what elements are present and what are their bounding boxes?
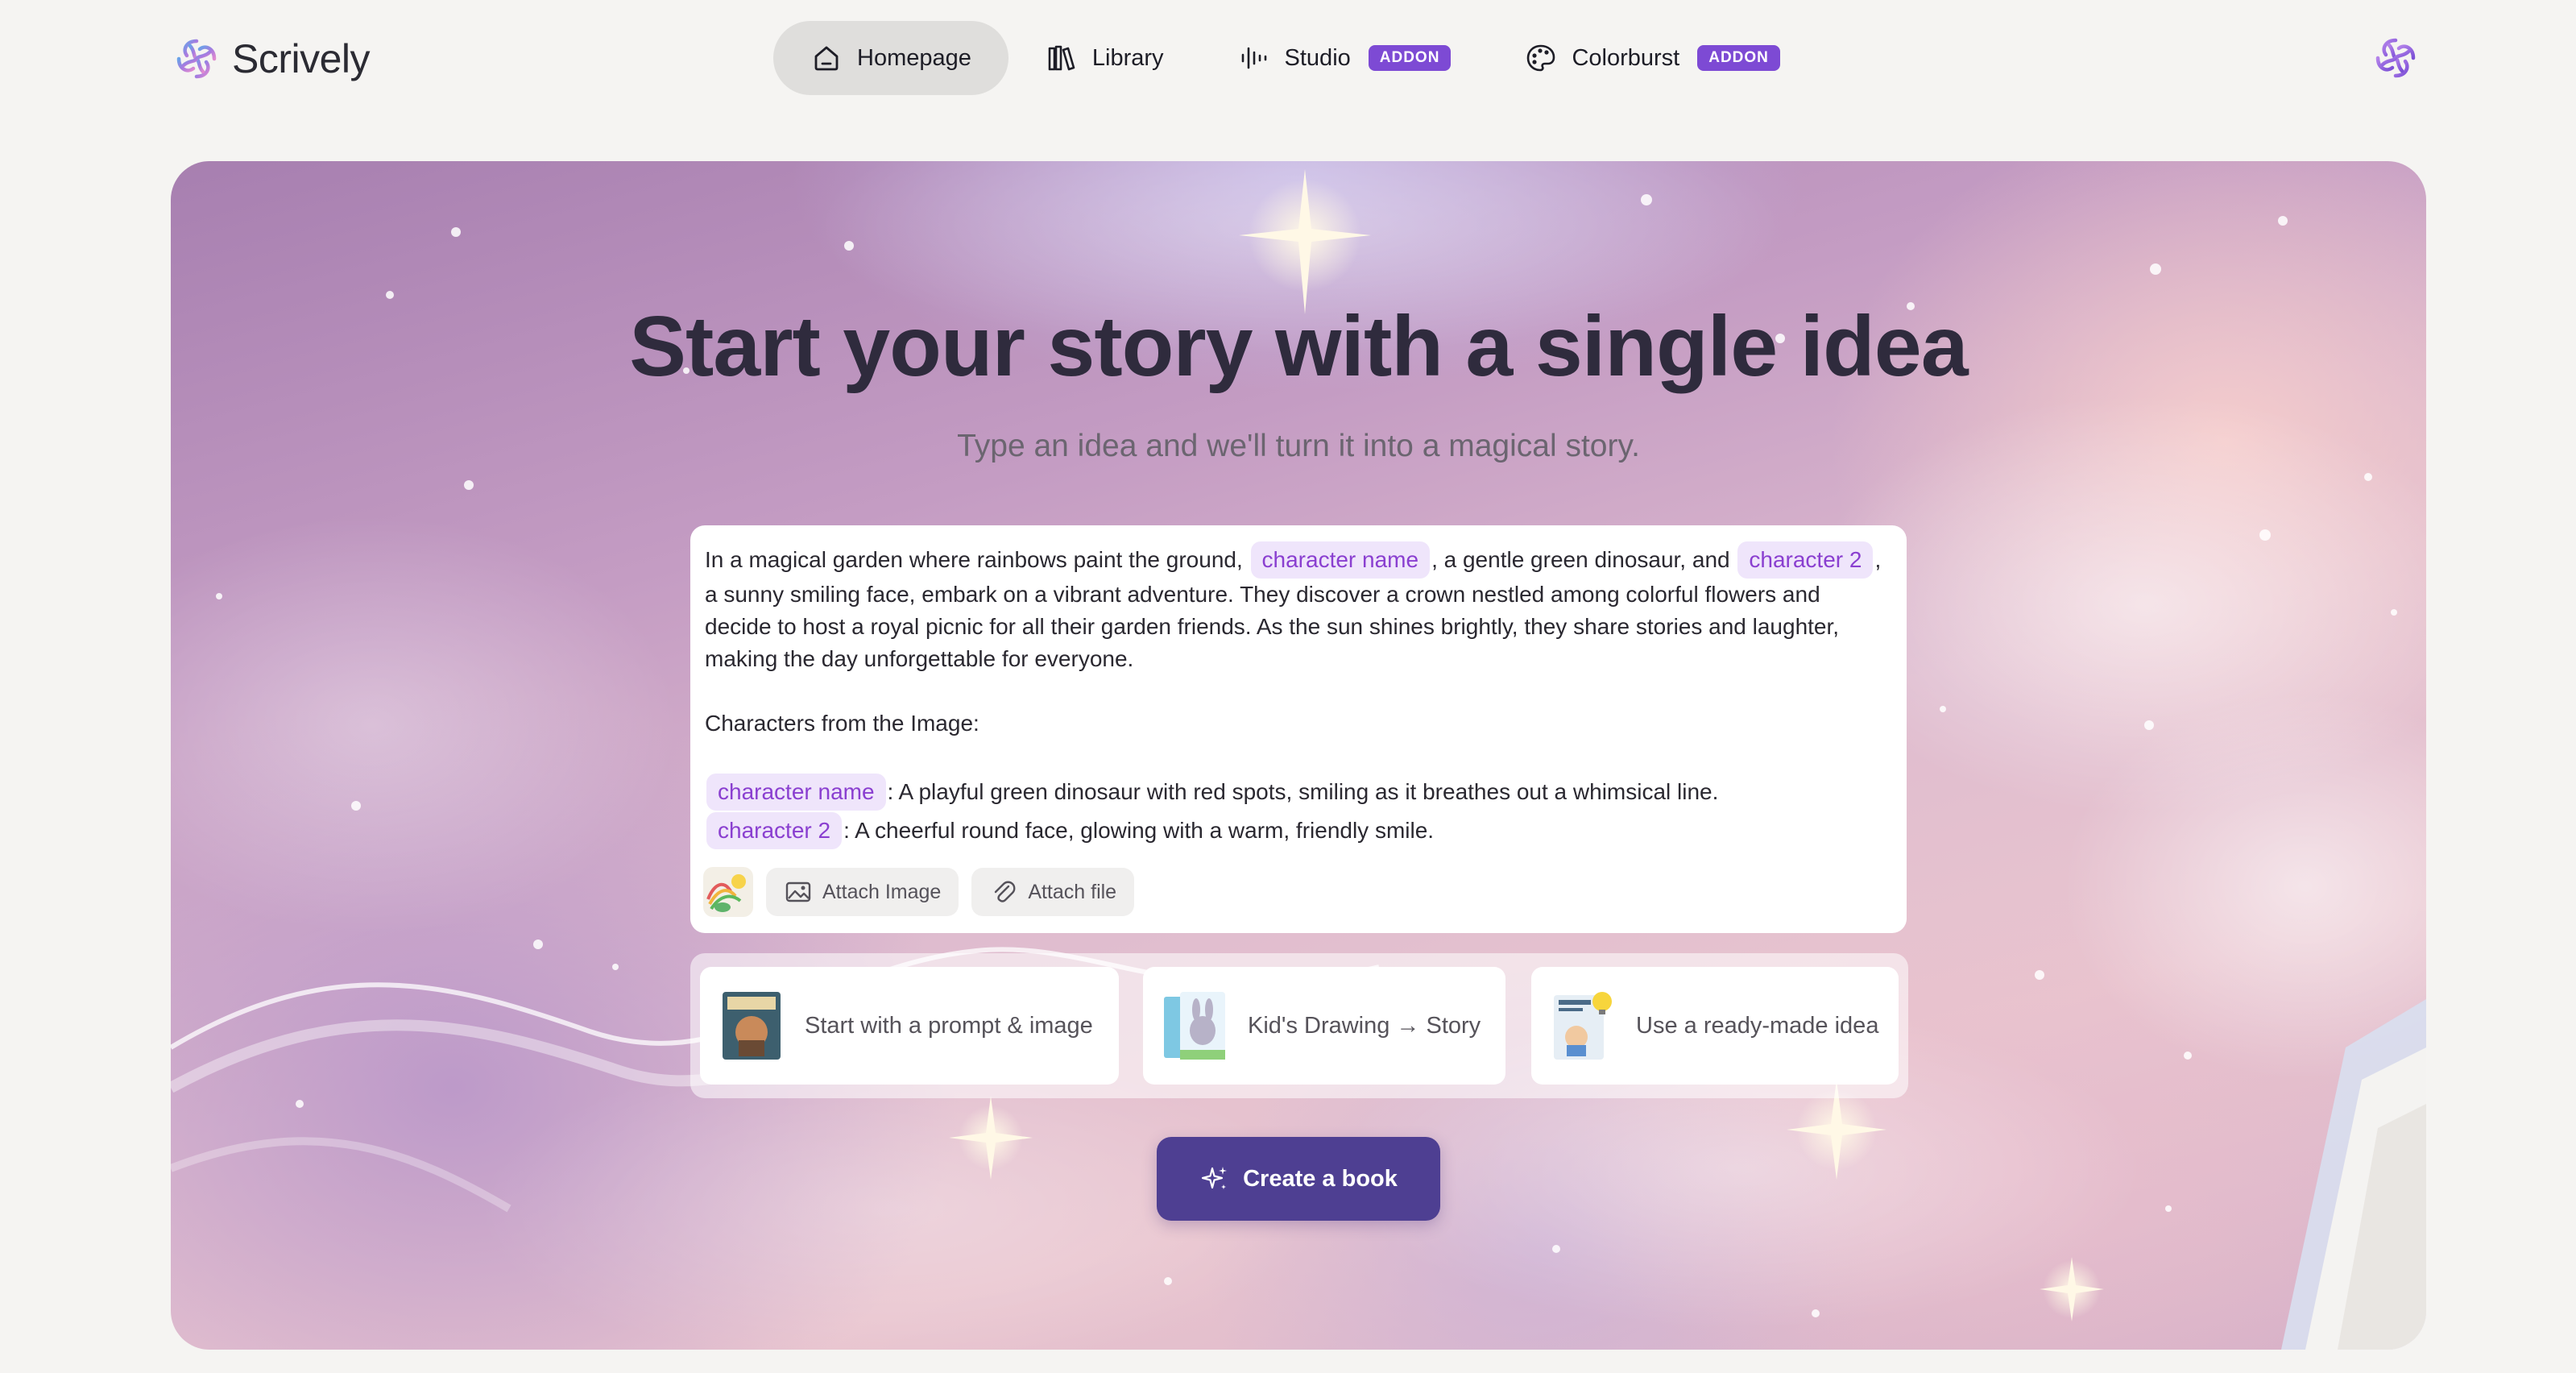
attach-image-button[interactable]: Attach Image: [766, 868, 959, 916]
character-line: character name: A playful green dinosaur…: [705, 774, 1889, 811]
create-book-label: Create a book: [1243, 1165, 1398, 1192]
nav-library-label: Library: [1091, 44, 1164, 71]
characters-heading: Characters from the Image:: [705, 711, 979, 736]
character-line: character 2: A cheerful round face, glow…: [705, 812, 1889, 849]
home-icon: [814, 46, 839, 71]
attach-image-label: Attach Image: [822, 881, 942, 903]
attach-file-button[interactable]: Attach file: [971, 868, 1135, 916]
prompt-text[interactable]: In a magical garden where rainbows paint…: [705, 541, 1889, 849]
attached-image-thumbnail[interactable]: [703, 867, 753, 917]
create-book-button[interactable]: Create a book: [1157, 1137, 1440, 1221]
image-icon: [785, 881, 811, 902]
swirl-avatar-icon[interactable]: [2371, 34, 2420, 82]
character-chip[interactable]: character name: [706, 774, 886, 811]
swirl-logo-icon: [176, 39, 217, 79]
suggestion-label: Kid's Drawing → Story: [1248, 1012, 1481, 1039]
hero-subtitle: Type an idea and we'll turn it into a ma…: [957, 429, 1640, 463]
hero-section: Start your story with a single idea Type…: [171, 161, 2426, 1350]
storybook-cover-icon: [723, 992, 781, 1060]
attach-file-label: Attach file: [1028, 881, 1117, 903]
addon-badge: ADDON: [1368, 45, 1452, 71]
character-chip[interactable]: character 2: [1737, 541, 1874, 579]
suggestion-kids-drawing[interactable]: Kid's Drawing → Story: [1143, 967, 1505, 1085]
suggestion-label: Use a ready-made idea: [1636, 1012, 1879, 1039]
nav-studio-label: Studio: [1284, 44, 1351, 71]
suggestion-ready-made-idea[interactable]: Use a ready-made idea: [1531, 967, 1899, 1085]
nav-colorburst-label: Colorburst: [1572, 44, 1680, 71]
character-chip[interactable]: character 2: [706, 812, 843, 849]
books-icon: [1048, 45, 1075, 71]
suggestion-label: Start with a prompt & image: [805, 1012, 1093, 1039]
nav-colorburst[interactable]: Colorburst ADDON: [1488, 21, 1816, 95]
brand-name: Scrively: [232, 36, 371, 81]
palette-icon: [1527, 44, 1555, 72]
attachment-toolbar: Attach Image Attach file: [703, 867, 1135, 917]
brand-logo[interactable]: Scrively: [172, 31, 371, 87]
character-chip[interactable]: character name: [1250, 541, 1431, 579]
story-prompt-editor[interactable]: In a magical garden where rainbows paint…: [690, 525, 1907, 933]
prompt-text-part: In a magical garden where rainbows paint…: [705, 547, 1243, 572]
bunny-book-icon: [1164, 992, 1225, 1060]
suggestion-prompt-image[interactable]: Start with a prompt & image: [700, 967, 1119, 1085]
hero-title: Start your story with a single idea: [629, 299, 1968, 394]
prompt-text-part: , a gentle green dinosaur, and: [1431, 547, 1730, 572]
character-description: : A cheerful round face, glowing with a …: [843, 818, 1435, 843]
nav-library[interactable]: Library: [1008, 21, 1201, 95]
addon-badge: ADDON: [1697, 45, 1780, 71]
character-description: : A playful green dinosaur with red spot…: [887, 779, 1719, 804]
top-navigation-bar: Scrively Homepage Library Studio ADDON C…: [0, 0, 2576, 121]
paperclip-icon: [995, 881, 1016, 902]
main-nav: Homepage Library Studio ADDON Colorburst…: [773, 21, 1817, 95]
nav-homepage-label: Homepage: [857, 44, 971, 71]
starter-options: Start with a prompt & image Kid's Drawin…: [690, 953, 1908, 1098]
idea-book-icon: [1554, 992, 1612, 1060]
sparkle-icon: [1201, 1167, 1228, 1189]
nav-studio[interactable]: Studio ADDON: [1201, 21, 1489, 95]
audio-waveform-icon: [1241, 47, 1266, 69]
nav-homepage[interactable]: Homepage: [773, 21, 1008, 95]
